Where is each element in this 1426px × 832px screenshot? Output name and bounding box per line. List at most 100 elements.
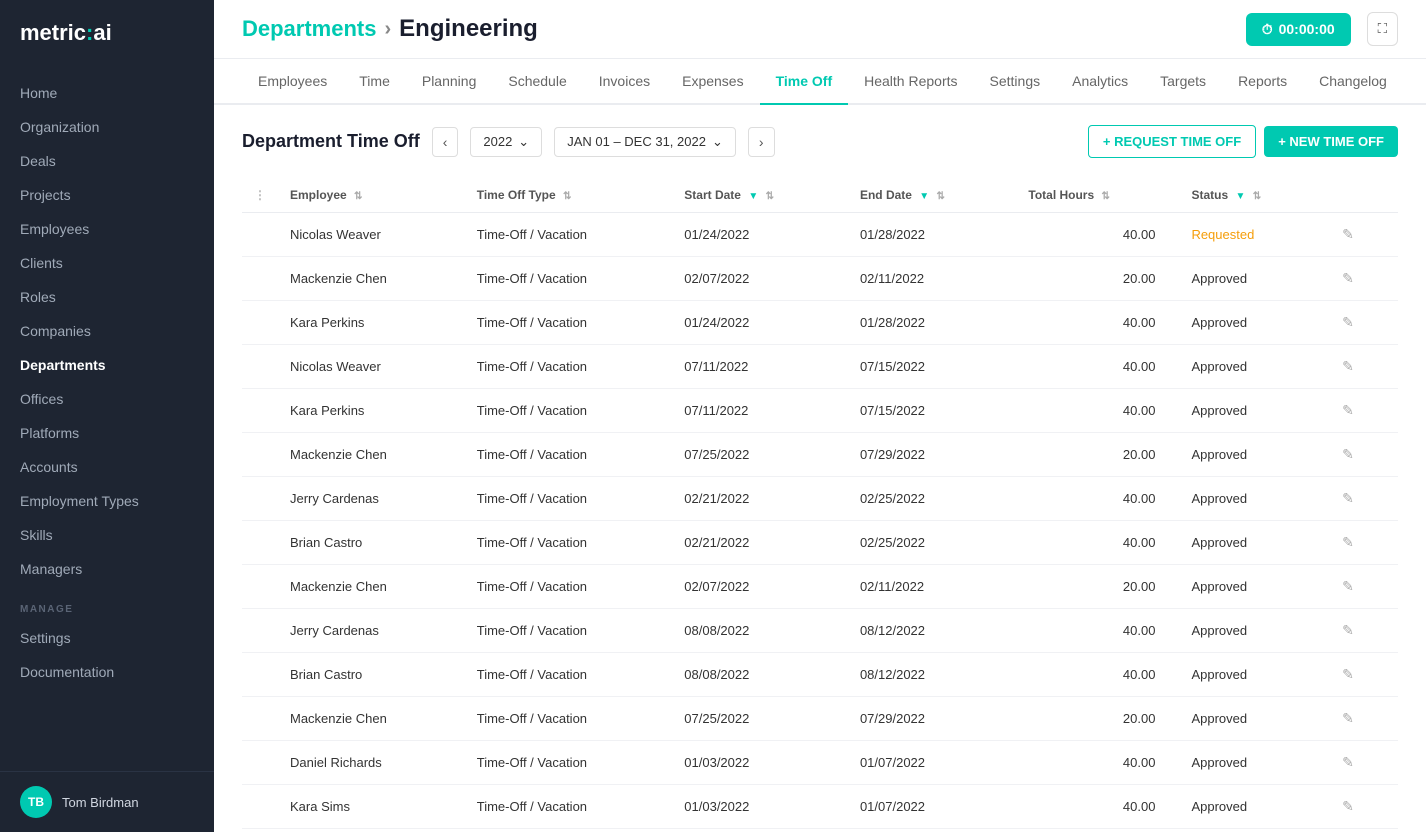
row-status-6: Approved — [1179, 477, 1324, 521]
col-type-header[interactable]: Time Off Type ⇅ — [465, 178, 673, 213]
sidebar-item-offices[interactable]: Offices — [0, 382, 214, 416]
row-edit-5[interactable]: ✎ — [1324, 433, 1398, 477]
edit-button-1[interactable]: ✎ — [1336, 268, 1360, 289]
row-start-12: 01/03/2022 — [672, 741, 848, 785]
sidebar-item-accounts[interactable]: Accounts — [0, 450, 214, 484]
tab-reports[interactable]: Reports — [1222, 59, 1303, 105]
table-row: Mackenzie Chen Time-Off / Vacation 07/25… — [242, 433, 1398, 477]
next-period-button[interactable]: › — [748, 127, 775, 157]
breadcrumb-parent[interactable]: Departments — [242, 16, 376, 42]
edit-button-12[interactable]: ✎ — [1336, 752, 1360, 773]
row-start-9: 08/08/2022 — [672, 609, 848, 653]
edit-button-9[interactable]: ✎ — [1336, 620, 1360, 641]
col-start-header[interactable]: Start Date ▼ ⇅ — [672, 178, 848, 213]
edit-button-13[interactable]: ✎ — [1336, 796, 1360, 817]
col-employee-header[interactable]: Employee ⇅ — [278, 178, 465, 213]
row-status-7: Approved — [1179, 521, 1324, 565]
edit-button-0[interactable]: ✎ — [1336, 224, 1360, 245]
edit-button-11[interactable]: ✎ — [1336, 708, 1360, 729]
tab-employees[interactable]: Employees — [242, 59, 343, 105]
sidebar-item-employees[interactable]: Employees — [0, 212, 214, 246]
table-row: Kara Perkins Time-Off / Vacation 07/11/2… — [242, 389, 1398, 433]
row-edit-6[interactable]: ✎ — [1324, 477, 1398, 521]
row-edit-9[interactable]: ✎ — [1324, 609, 1398, 653]
tab-changelog[interactable]: Changelog — [1303, 59, 1403, 105]
edit-button-7[interactable]: ✎ — [1336, 532, 1360, 553]
col-status-header[interactable]: Status ▼ ⇅ — [1179, 178, 1324, 213]
sidebar-item-projects[interactable]: Projects — [0, 178, 214, 212]
row-edit-2[interactable]: ✎ — [1324, 301, 1398, 345]
row-edit-0[interactable]: ✎ — [1324, 213, 1398, 257]
timer-button[interactable]: ⏱ 00:00:00 — [1246, 13, 1351, 46]
sidebar-item-roles[interactable]: Roles — [0, 280, 214, 314]
row-type-13: Time-Off / Vacation — [465, 785, 673, 829]
row-edit-13[interactable]: ✎ — [1324, 785, 1398, 829]
row-end-13: 01/07/2022 — [848, 785, 1016, 829]
sidebar-item-employment-types[interactable]: Employment Types — [0, 484, 214, 518]
sidebar-item-companies[interactable]: Companies — [0, 314, 214, 348]
request-time-off-button[interactable]: + REQUEST TIME OFF — [1088, 125, 1256, 158]
col-actions-header — [1324, 178, 1398, 213]
expand-button[interactable]: ⛶ — [1367, 12, 1398, 46]
edit-button-3[interactable]: ✎ — [1336, 356, 1360, 377]
row-hours-3: 40.00 — [1016, 345, 1179, 389]
row-edit-11[interactable]: ✎ — [1324, 697, 1398, 741]
row-employee-9: Jerry Cardenas — [278, 609, 465, 653]
tab-settings[interactable]: Settings — [974, 59, 1057, 105]
sidebar-item-clients[interactable]: Clients — [0, 246, 214, 280]
sidebar-item-settings[interactable]: Settings — [0, 621, 214, 655]
tab-invoices[interactable]: Invoices — [583, 59, 666, 105]
row-menu-3 — [242, 345, 278, 389]
main-content: Departments › Engineering ⏱ 00:00:00 ⛶ E… — [214, 0, 1426, 832]
sidebar-item-managers[interactable]: Managers — [0, 552, 214, 586]
row-edit-10[interactable]: ✎ — [1324, 653, 1398, 697]
row-start-8: 02/07/2022 — [672, 565, 848, 609]
tab-time-off[interactable]: Time Off — [760, 59, 849, 105]
row-hours-7: 40.00 — [1016, 521, 1179, 565]
row-edit-3[interactable]: ✎ — [1324, 345, 1398, 389]
row-end-0: 01/28/2022 — [848, 213, 1016, 257]
sidebar-footer[interactable]: TB Tom Birdman — [0, 771, 214, 832]
row-employee-3: Nicolas Weaver — [278, 345, 465, 389]
year-value: 2022 — [483, 134, 512, 149]
edit-button-6[interactable]: ✎ — [1336, 488, 1360, 509]
tab-analytics[interactable]: Analytics — [1056, 59, 1144, 105]
year-selector[interactable]: 2022 ⌄ — [470, 127, 542, 157]
row-status-5: Approved — [1179, 433, 1324, 477]
sidebar-item-departments[interactable]: Departments — [0, 348, 214, 382]
col-end-header[interactable]: End Date ▼ ⇅ — [848, 178, 1016, 213]
row-edit-4[interactable]: ✎ — [1324, 389, 1398, 433]
column-menu-icon[interactable]: ⋮ — [254, 188, 266, 202]
sidebar-logo: metric:ai — [0, 0, 214, 66]
tab-schedule[interactable]: Schedule — [492, 59, 582, 105]
edit-button-4[interactable]: ✎ — [1336, 400, 1360, 421]
sidebar-item-skills[interactable]: Skills — [0, 518, 214, 552]
sidebar-item-platforms[interactable]: Platforms — [0, 416, 214, 450]
sidebar-item-deals[interactable]: Deals — [0, 144, 214, 178]
col-hours-header[interactable]: Total Hours ⇅ — [1016, 178, 1179, 213]
edit-button-8[interactable]: ✎ — [1336, 576, 1360, 597]
table-row: Mackenzie Chen Time-Off / Vacation 07/25… — [242, 697, 1398, 741]
new-time-off-button[interactable]: + NEW TIME OFF — [1264, 126, 1398, 157]
row-edit-1[interactable]: ✎ — [1324, 257, 1398, 301]
tab-health-reports[interactable]: Health Reports — [848, 59, 973, 105]
timeoff-title: Department Time Off — [242, 131, 420, 152]
row-edit-12[interactable]: ✎ — [1324, 741, 1398, 785]
tab-expenses[interactable]: Expenses — [666, 59, 759, 105]
col-menu-header: ⋮ — [242, 178, 278, 213]
tab-targets[interactable]: Targets — [1144, 59, 1222, 105]
row-status-3: Approved — [1179, 345, 1324, 389]
sidebar-item-home[interactable]: Home — [0, 76, 214, 110]
edit-button-10[interactable]: ✎ — [1336, 664, 1360, 685]
date-range-selector[interactable]: JAN 01 – DEC 31, 2022 ⌄ — [554, 127, 736, 157]
sidebar-item-organization[interactable]: Organization — [0, 110, 214, 144]
edit-button-5[interactable]: ✎ — [1336, 444, 1360, 465]
tab-time[interactable]: Time — [343, 59, 406, 105]
table-row: Jerry Cardenas Time-Off / Vacation 02/21… — [242, 477, 1398, 521]
sidebar-item-documentation[interactable]: Documentation — [0, 655, 214, 689]
row-edit-8[interactable]: ✎ — [1324, 565, 1398, 609]
row-edit-7[interactable]: ✎ — [1324, 521, 1398, 565]
tab-planning[interactable]: Planning — [406, 59, 493, 105]
edit-button-2[interactable]: ✎ — [1336, 312, 1360, 333]
prev-period-button[interactable]: ‹ — [432, 127, 459, 157]
